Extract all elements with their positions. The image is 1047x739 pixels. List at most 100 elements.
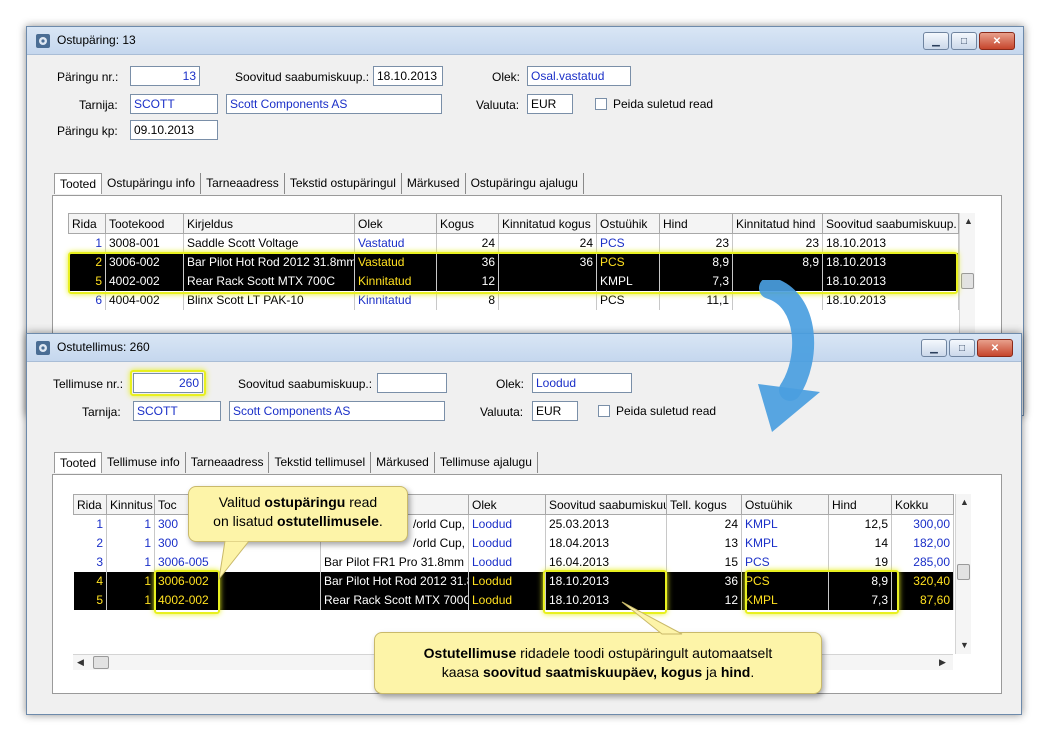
col-header[interactable]: Rida (73, 494, 107, 515)
cell[interactable]: 1 (73, 514, 107, 534)
cell[interactable]: 2 (73, 533, 107, 553)
tab-history[interactable]: Ostupäringu ajalugu (466, 173, 584, 194)
cell[interactable]: PCS (741, 552, 829, 572)
cell[interactable]: Loodud (468, 533, 546, 553)
tab-order-info[interactable]: Tellimuse info (102, 452, 186, 473)
query-vertical-scrollbar[interactable]: ▲ (959, 213, 975, 333)
currency-field[interactable]: EUR (527, 94, 573, 114)
minimize-button[interactable]: ▁ (921, 339, 947, 357)
hide-closed-checkbox[interactable] (598, 405, 610, 417)
col-header[interactable]: Rida (68, 213, 106, 234)
cell[interactable]: 18.10.2013 (822, 233, 959, 253)
tab-query-info[interactable]: Ostupäringu info (102, 173, 202, 194)
col-header[interactable]: Tell. kogus (666, 494, 742, 515)
tab-tooted[interactable]: Tooted (54, 173, 103, 194)
col-header[interactable]: Soovitud saabumiskuup. (822, 213, 959, 234)
tab-tooted[interactable]: Tooted (54, 452, 103, 473)
cell[interactable]: Vastatud (354, 233, 437, 253)
expected-arrival-field[interactable] (377, 373, 447, 393)
tab-notes[interactable]: Märkused (402, 173, 466, 194)
supplier-name-field[interactable]: Scott Components AS (229, 401, 445, 421)
cell[interactable]: PCS (596, 233, 660, 253)
cell[interactable]: Loodud (468, 514, 546, 534)
query-no-field[interactable]: 13 (130, 66, 200, 86)
cell[interactable]: 1 (106, 533, 155, 553)
cell[interactable]: 1 (106, 590, 155, 610)
minimize-button[interactable]: ▁ (923, 32, 949, 50)
scroll-down-icon[interactable]: ▼ (960, 640, 969, 650)
expected-arrival-field[interactable]: 18.10.2013 (373, 66, 443, 86)
close-button[interactable]: ✕ (979, 32, 1015, 50)
scroll-thumb[interactable] (957, 564, 970, 580)
scroll-left-icon[interactable]: ◀ (77, 657, 84, 668)
col-header[interactable]: Kokku (891, 494, 954, 515)
cell[interactable]: 24 (436, 233, 499, 253)
cell[interactable]: 16.04.2013 (545, 552, 667, 572)
cell[interactable]: 3 (73, 552, 107, 572)
cell[interactable]: 23 (732, 233, 823, 253)
cell[interactable]: Bar Pilot Hot Rod 2012 31.8 (320, 571, 469, 591)
cell[interactable]: 3008-001 (105, 233, 184, 253)
cell[interactable]: KMPL (741, 514, 829, 534)
tab-delivery-address[interactable]: Tarneaadress (186, 452, 270, 473)
cell[interactable]: 24 (498, 233, 597, 253)
supplier-name-field[interactable]: Scott Components AS (226, 94, 442, 114)
cell[interactable]: Loodud (468, 571, 546, 591)
scroll-up-icon[interactable]: ▲ (964, 216, 973, 226)
status-field[interactable]: Osal.vastatud (527, 66, 631, 86)
col-header[interactable]: Kirjeldus (183, 213, 355, 234)
tab-notes[interactable]: Märkused (371, 452, 435, 473)
cell[interactable]: Rear Rack Scott MTX 700C (320, 590, 469, 610)
cell[interactable]: 24 (666, 514, 742, 534)
cell[interactable]: 23 (659, 233, 733, 253)
col-header[interactable]: Kogus (436, 213, 499, 234)
cell[interactable]: 182,00 (891, 533, 954, 553)
scroll-thumb[interactable] (961, 273, 974, 289)
cell[interactable]: 1 (68, 233, 106, 253)
col-header[interactable]: Kinnitatud kogus (498, 213, 597, 234)
cell[interactable]: 1 (106, 514, 155, 534)
tab-history[interactable]: Tellimuse ajalugu (435, 452, 538, 473)
scroll-right-icon[interactable]: ▶ (939, 657, 946, 668)
table-row[interactable]: 1 3008-001 Saddle Scott Voltage Vastatud… (68, 233, 959, 253)
close-button[interactable]: ✕ (977, 339, 1013, 357)
supplier-code-field[interactable]: SCOTT (133, 401, 221, 421)
tab-delivery-address[interactable]: Tarneaadress (201, 173, 285, 194)
cell[interactable]: 13 (666, 533, 742, 553)
cell[interactable]: 15 (666, 552, 742, 572)
cell[interactable]: Loodud (468, 552, 546, 572)
cell[interactable]: 12,5 (828, 514, 892, 534)
col-header[interactable]: Kinnitatud hind (732, 213, 823, 234)
col-header[interactable]: Hind (659, 213, 733, 234)
cell[interactable]: 25.03.2013 (545, 514, 667, 534)
cell[interactable]: Saddle Scott Voltage (183, 233, 355, 253)
col-header[interactable]: Tootekood (105, 213, 184, 234)
query-date-field[interactable]: 09.10.2013 (130, 120, 218, 140)
cell[interactable]: 1 (106, 552, 155, 572)
cell[interactable]: 320,40 (891, 571, 954, 591)
cell[interactable]: Bar Pilot FR1 Pro 31.8mm 7! (320, 552, 469, 572)
cell[interactable]: 300,00 (891, 514, 954, 534)
currency-field[interactable]: EUR (532, 401, 578, 421)
supplier-code-field[interactable]: SCOTT (130, 94, 218, 114)
cell[interactable]: 5 (73, 590, 107, 610)
cell[interactable]: Loodud (468, 590, 546, 610)
col-header[interactable]: Olek (468, 494, 546, 515)
table-row[interactable]: 3 1 3006-005 Bar Pilot FR1 Pro 31.8mm 7!… (73, 552, 954, 572)
col-header[interactable]: Ostuühik (741, 494, 829, 515)
maximize-button[interactable]: □ (951, 32, 977, 50)
scroll-thumb-horizontal[interactable] (93, 656, 109, 669)
cell[interactable]: 285,00 (891, 552, 954, 572)
cell[interactable]: 87,60 (891, 590, 954, 610)
order-vertical-scrollbar[interactable]: ▲ ▼ (955, 494, 971, 654)
col-header[interactable]: Olek (354, 213, 437, 234)
col-header[interactable]: Ostuühik (596, 213, 660, 234)
scroll-up-icon[interactable]: ▲ (960, 497, 969, 507)
cell[interactable]: 14 (828, 533, 892, 553)
col-header[interactable]: Hind (828, 494, 892, 515)
cell[interactable]: KMPL (741, 533, 829, 553)
col-header[interactable]: Kinnitus (106, 494, 155, 515)
status-field[interactable]: Loodud (532, 373, 632, 393)
hide-closed-checkbox[interactable] (595, 98, 607, 110)
col-header[interactable]: Soovitud saabumiskuu (545, 494, 667, 515)
